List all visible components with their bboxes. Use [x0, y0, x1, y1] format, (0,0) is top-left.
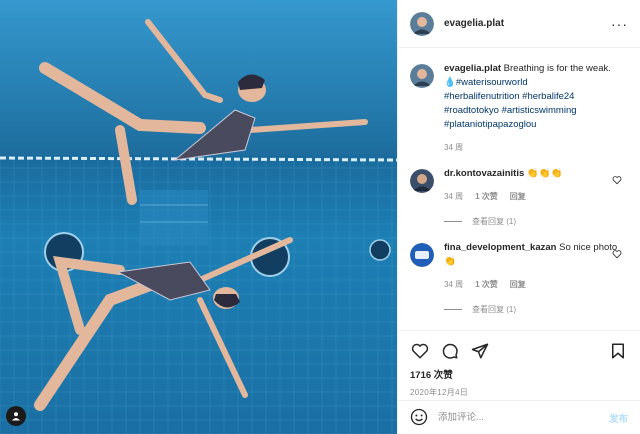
hashtag-link[interactable]: #herbalifenutrition #herbalife24 [444, 90, 620, 104]
post-side-panel: evagelia.plat ··· evagelia.plat Breathin… [397, 0, 640, 434]
comment-username[interactable]: fina_development_kazan [444, 242, 556, 253]
post-date: 2020年12月4日 [410, 388, 469, 397]
caption-time: 34 周 [444, 143, 464, 152]
post-actions: 1716 次赞 2020年12月4日 [398, 330, 640, 398]
heart-icon[interactable] [410, 341, 430, 361]
comment-bar: 发布 [398, 400, 640, 434]
comment-icon[interactable] [440, 341, 460, 361]
emoji-icon[interactable] [410, 408, 428, 428]
comment-time: 34 周 [444, 192, 464, 201]
avatar[interactable] [410, 169, 434, 193]
comment-item: fina_development_kazan So nice photo 👏 3… [410, 241, 628, 315]
avatar[interactable] [410, 64, 434, 88]
view-replies[interactable]: 查看回复 (1) [444, 216, 628, 227]
caption: evagelia.plat Breathing is for the weak.… [410, 62, 628, 153]
comment-username[interactable]: dr.kontovazainitis [444, 168, 524, 179]
comment-body: dr.kontovazainitis 👏👏👏 34 周 1 次赞 回复 查看回复… [444, 167, 628, 227]
lane-rope [0, 156, 397, 162]
hashtag-link[interactable]: 💧#waterisourworld [444, 76, 620, 90]
comment-text-block: dr.kontovazainitis 👏👏👏 [444, 167, 620, 181]
more-options-icon[interactable]: ··· [611, 16, 628, 32]
post-photo[interactable] [0, 0, 397, 434]
heart-icon[interactable] [612, 175, 622, 187]
comments-list: evagelia.plat Breathing is for the weak.… [398, 48, 640, 330]
likes-count[interactable]: 1716 次赞 [410, 367, 628, 381]
caption-body: evagelia.plat Breathing is for the weak.… [444, 62, 628, 153]
post-header: evagelia.plat ··· [398, 0, 640, 48]
header-username[interactable]: evagelia.plat [444, 18, 504, 29]
caption-meta: 34 周 [444, 142, 628, 153]
caption-text-block: evagelia.plat Breathing is for the weak.… [444, 62, 620, 132]
comment-likes[interactable]: 1 次赞 [475, 279, 498, 290]
action-icons [410, 337, 628, 365]
view-replies-label[interactable]: 查看回复 (1) [472, 216, 516, 227]
hashtag-link[interactable]: #roadtotokyo #artisticswimming [444, 104, 620, 118]
comment-time: 34 周 [444, 280, 464, 289]
comment-meta: 34 周 1 次赞 回复 [444, 191, 628, 202]
comment-text-block: fina_development_kazan So nice photo 👏 [444, 241, 620, 269]
hashtag-link[interactable]: #plataniotipapazoglou [444, 118, 620, 132]
avatar[interactable] [410, 11, 434, 36]
view-replies-label[interactable]: 查看回复 (1) [472, 304, 516, 315]
bookmark-icon[interactable] [608, 341, 628, 361]
replies-divider [444, 221, 462, 222]
comment-meta: 34 周 1 次赞 回复 [444, 279, 628, 290]
comment-likes[interactable]: 1 次赞 [475, 191, 498, 202]
view-replies[interactable]: 查看回复 (1) [444, 304, 628, 315]
caption-username[interactable]: evagelia.plat [444, 63, 501, 74]
heart-icon[interactable] [612, 249, 622, 261]
comment-item: dr.kontovazainitis 👏👏👏 34 周 1 次赞 回复 查看回复… [410, 167, 628, 227]
tagged-user-icon[interactable] [6, 406, 26, 426]
pool-image [0, 0, 397, 434]
comment-text: 👏👏👏 [526, 168, 563, 179]
share-icon[interactable] [470, 341, 490, 361]
comment-body: fina_development_kazan So nice photo 👏 3… [444, 241, 628, 315]
caption-text: Breathing is for the weak. [503, 63, 611, 74]
comment-input[interactable] [438, 412, 609, 423]
reply-button[interactable]: 回复 [510, 279, 526, 290]
reply-button[interactable]: 回复 [510, 191, 526, 202]
replies-divider [444, 309, 462, 310]
avatar[interactable] [410, 243, 434, 267]
post-button[interactable]: 发布 [609, 411, 628, 425]
